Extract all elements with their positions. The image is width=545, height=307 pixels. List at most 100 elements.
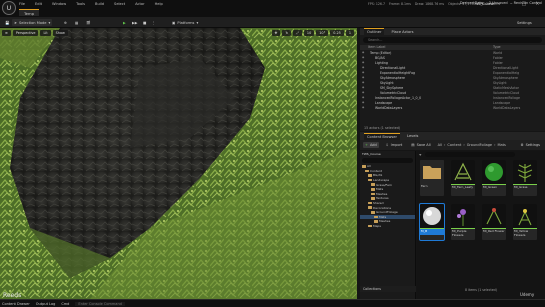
grid-snap-button[interactable]: 10: [303, 30, 315, 36]
breadcrumb-all[interactable]: All: [438, 143, 442, 147]
asset-tile[interactable]: MI_Red Flower: [482, 204, 506, 240]
stop-icon[interactable]: ■: [141, 19, 148, 26]
filter-icon[interactable]: ⏷: [419, 153, 422, 157]
lit-label: Lit: [43, 31, 48, 35]
camera-speed-button[interactable]: 1: [345, 30, 354, 36]
level-viewport[interactable]: ≡ Perspective Lit Show ✥ ↻ ⤢ 10 10° 0.25…: [0, 28, 357, 299]
scale-snap-button[interactable]: 0.25: [330, 30, 344, 36]
visibility-eye-icon[interactable]: ◉: [362, 76, 364, 79]
menu-build[interactable]: Build: [95, 2, 104, 6]
viewport-menu-button[interactable]: ≡: [2, 30, 11, 36]
outliner-list: ◉ Temp (Editor) World ◉ BG/AS Folder ◉ Lighting…: [360, 50, 545, 110]
menu-select[interactable]: Select: [114, 2, 125, 6]
visibility-eye-icon[interactable]: ◉: [362, 61, 364, 64]
breadcrumb-groundfoliage[interactable]: GroundFoliage: [467, 143, 492, 147]
tab-outliner[interactable]: Outliner: [364, 28, 385, 35]
outliner-row[interactable]: ◉ WorldDataLayers WorldDataLayers: [360, 105, 545, 110]
add-actor-icon[interactable]: ⊕: [62, 19, 69, 26]
cinematics-icon[interactable]: 🎬: [84, 19, 92, 26]
asset-tile[interactable]: MI_Purple Flowers: [451, 204, 475, 240]
show-button[interactable]: Show: [52, 30, 68, 36]
visibility-eye-icon[interactable]: ◉: [362, 96, 364, 99]
cmd-button[interactable]: Cmd: [61, 302, 69, 306]
platforms-menu[interactable]: ▣ Platforms ▾: [170, 19, 200, 26]
asset-tile[interactable]: MI_Fern_Leafy: [451, 160, 475, 196]
visibility-eye-icon[interactable]: ◉: [362, 106, 364, 109]
visibility-eye-icon[interactable]: ◉: [362, 91, 364, 94]
play-options-icon[interactable]: ⋮: [150, 19, 158, 26]
sources-title[interactable]: TWS_Course: [360, 151, 415, 157]
derived-data-button[interactable]: Derived Data: [460, 1, 483, 5]
unsaved-button[interactable]: 2 Unsaved: [489, 1, 508, 5]
step-icon[interactable]: ▶▶: [130, 19, 140, 26]
main-toolbar: 💾 ➤ Selection Mode ▾ ⊕ ▦ 🎬 ▶ ▶▶ ■ ⋮ ▣ Pl…: [0, 17, 545, 28]
tab-place-actors[interactable]: Place Actors: [388, 28, 416, 35]
collections-label: Collections: [363, 287, 382, 291]
menu-window[interactable]: Window: [52, 2, 66, 6]
menu-actor[interactable]: Actor: [135, 2, 144, 6]
outliner-row-type: SkyAtmosphere: [493, 75, 518, 80]
translate-icon[interactable]: ✥: [271, 30, 281, 36]
menu-file[interactable]: File: [19, 2, 25, 6]
outliner-search-input[interactable]: Search...: [363, 37, 542, 43]
scale-icon[interactable]: ⤢: [293, 30, 302, 36]
tab-content-browser[interactable]: Content Browser: [364, 132, 400, 140]
visibility-eye-icon[interactable]: ◉: [362, 86, 364, 89]
asset-search-input[interactable]: [424, 152, 515, 157]
breadcrumb-mats[interactable]: Mats: [498, 143, 506, 147]
perspective-button[interactable]: Perspective: [12, 30, 39, 36]
sources-tree-label: Meshes: [379, 219, 391, 224]
sources-tree-item[interactable]: Maps: [360, 224, 415, 229]
column-type[interactable]: Type: [493, 45, 501, 49]
angle-snap-button[interactable]: 10°: [316, 30, 329, 36]
rotate-icon[interactable]: ↻: [282, 30, 292, 36]
chevron-down-icon: ▾: [196, 20, 199, 25]
save-all-button[interactable]: ▤ Save All: [409, 142, 432, 148]
menu-tools[interactable]: Tools: [76, 2, 85, 6]
menu-help[interactable]: Help: [155, 2, 163, 6]
status-bar: Content Drawer Output Log Cmd Enter Cons…: [0, 299, 545, 307]
menu-edit[interactable]: Edit: [35, 2, 42, 6]
lit-button[interactable]: Lit: [40, 30, 51, 36]
collections-header[interactable]: Collections: [360, 286, 416, 292]
cb-settings-button[interactable]: ⚙ Settings: [519, 142, 543, 148]
tab-levels[interactable]: Levels: [404, 133, 421, 140]
sources-tree-label: Content: [370, 168, 382, 173]
import-button[interactable]: ⇩ Import: [384, 142, 405, 148]
viewport-snap-toolbar: ✥ ↻ ⤢ 10 10° 0.25 1: [271, 30, 354, 36]
asset-tile[interactable]: Fern: [420, 160, 444, 196]
visibility-eye-icon[interactable]: ◉: [362, 81, 364, 84]
asset-label: MI_Fern_Leafy: [452, 185, 474, 189]
visibility-eye-icon[interactable]: ◉: [362, 66, 364, 69]
sources-panel: TWS_Course All Content BG/AS Landscape Grass…: [360, 151, 416, 299]
sources-tree-label: Landscape: [373, 178, 390, 183]
sources-search-input[interactable]: [362, 158, 413, 163]
console-input[interactable]: Enter Console Command: [75, 301, 125, 306]
visibility-eye-icon[interactable]: ◉: [362, 51, 364, 54]
play-icon[interactable]: ▶: [121, 19, 128, 26]
level-tab[interactable]: Temp: [19, 9, 40, 16]
output-log-button[interactable]: Output Log: [36, 302, 56, 306]
asset-tile[interactable]: M_B: [419, 203, 445, 241]
sources-title-label: TWS_Course: [362, 152, 381, 156]
asset-tile[interactable]: MI_Grass: [513, 160, 537, 196]
menu-bar: File Edit Window Tools Build Select Acto…: [19, 1, 163, 7]
content-drawer-button[interactable]: Content Drawer: [2, 302, 30, 306]
asset-tile[interactable]: MI_Green: [482, 160, 506, 196]
asset-tile[interactable]: MI_Yellow Flowers: [513, 204, 537, 240]
visibility-eye-icon[interactable]: ◉: [362, 71, 364, 74]
mode-selector[interactable]: ➤ Selection Mode ▾: [12, 19, 53, 26]
folder-icon: [374, 220, 378, 223]
revision-control-button[interactable]: Revision Control: [514, 1, 542, 5]
unreal-logo-icon[interactable]: U: [2, 1, 16, 15]
save-icon[interactable]: 💾: [3, 19, 11, 26]
visibility-eye-icon[interactable]: ◉: [362, 101, 364, 104]
visibility-eye-icon[interactable]: ◉: [362, 56, 364, 59]
outliner-row-label: SkyAtmosphere: [380, 75, 405, 80]
settings-menu[interactable]: Settings: [515, 19, 534, 26]
breadcrumb-content[interactable]: Content: [447, 143, 461, 147]
column-item-label[interactable]: Item Label: [368, 45, 385, 49]
blueprint-icon[interactable]: ▦: [73, 19, 80, 26]
add-button[interactable]: + Add: [363, 142, 379, 148]
sources-tree-label: Textures: [376, 196, 389, 201]
